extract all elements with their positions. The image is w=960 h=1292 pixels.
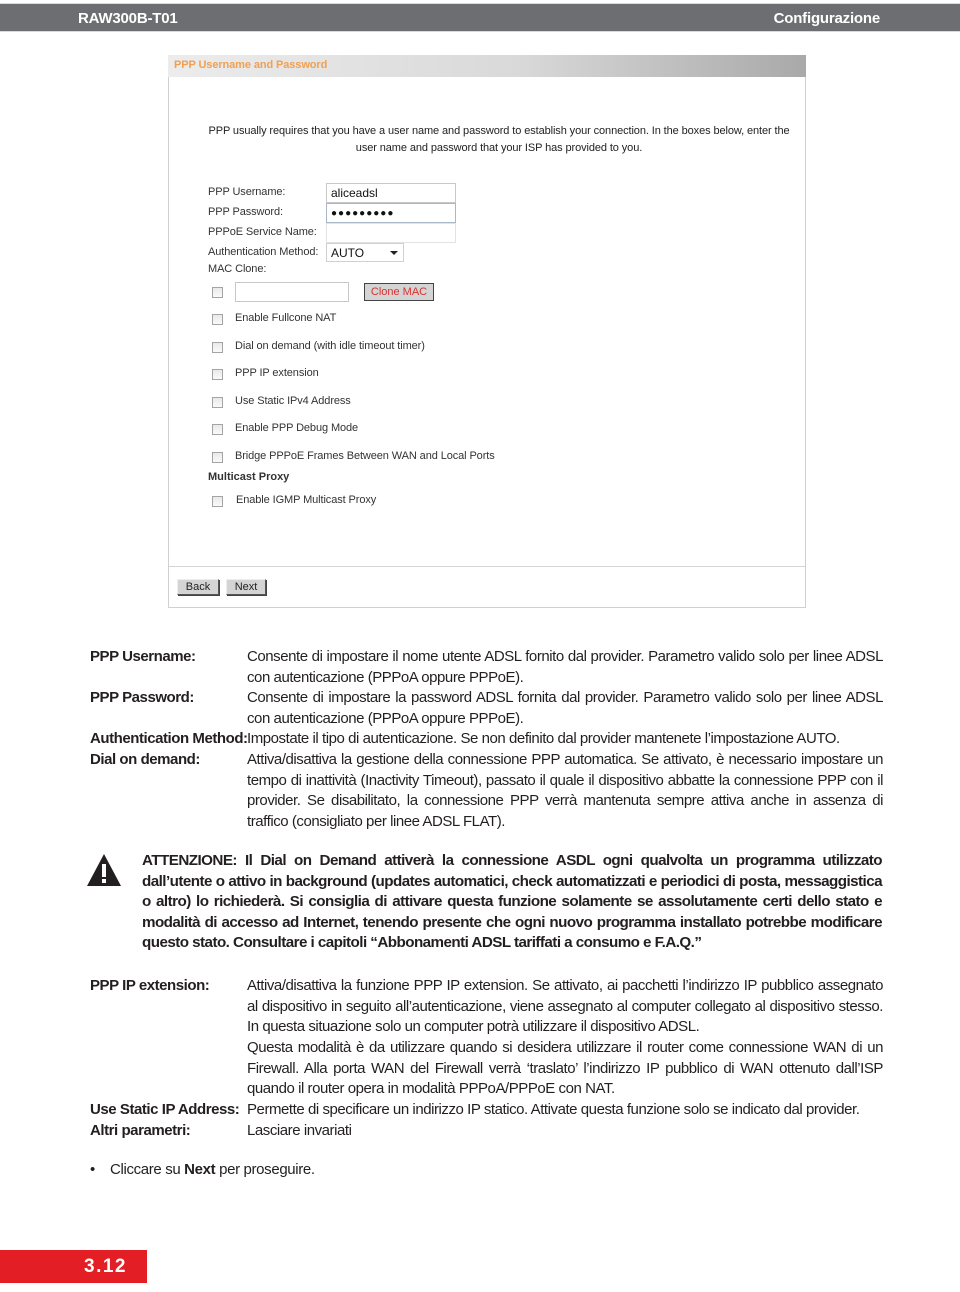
next-button[interactable]: Next xyxy=(226,579,266,595)
ppp-ip-extension-label: PPP IP extension xyxy=(235,367,319,379)
password-input[interactable]: ●●●●●●●●● xyxy=(326,203,456,223)
ppp-debug-label: Enable PPP Debug Mode xyxy=(235,422,359,434)
auth-method-select[interactable]: AUTO xyxy=(326,243,404,262)
desc-term: Dial on demand: xyxy=(90,751,200,768)
desc-definition: Consente di impostare il nome utente ADS… xyxy=(247,648,883,686)
panel-header: PPP Username and Password xyxy=(168,55,806,77)
static-ipv4-label: Use Static IPv4 Address xyxy=(235,395,351,407)
fullcone-nat-checkbox[interactable] xyxy=(212,314,223,325)
username-input[interactable]: aliceadsl xyxy=(326,183,456,203)
desc-term: PPP IP extension: xyxy=(90,977,210,994)
desc-term: PPP Username: xyxy=(90,648,196,665)
warning-triangle-icon xyxy=(87,854,121,886)
dial-on-demand-checkbox[interactable] xyxy=(212,342,223,353)
ppp-debug-checkbox[interactable] xyxy=(212,424,223,435)
desc-definition: Lasciare invariati xyxy=(247,1122,352,1139)
auth-method-label: Authentication Method: xyxy=(208,246,319,258)
product-model: RAW300B-T01 xyxy=(78,10,178,27)
back-button[interactable]: Back xyxy=(177,579,219,595)
desc-term: PPP Password: xyxy=(90,689,194,706)
username-label: PPP Username: xyxy=(208,186,286,198)
mac-clone-label: MAC Clone: xyxy=(208,263,267,275)
bullet-icon: • xyxy=(90,1161,95,1178)
password-label: PPP Password: xyxy=(208,206,283,218)
router-config-panel: PPP Username and Password PPP usually re… xyxy=(168,55,806,608)
warning-text: ATTENZIONE: Il Dial on Demand attiverà l… xyxy=(142,852,883,952)
igmp-proxy-label: Enable IGMP Multicast Proxy xyxy=(236,494,377,506)
clone-mac-button[interactable]: Clone MAC xyxy=(364,283,434,301)
static-ipv4-checkbox[interactable] xyxy=(212,397,223,408)
desc-definition: Attiva/disattiva la funzione PPP IP exte… xyxy=(247,977,883,1036)
desc-definition: Permette di specificare un indirizzo IP … xyxy=(247,1101,860,1118)
mac-clone-checkbox[interactable] xyxy=(212,287,223,298)
ppp-ip-extension-checkbox[interactable] xyxy=(212,369,223,380)
bridge-pppoe-checkbox[interactable] xyxy=(212,452,223,463)
desc-definition: Impostate il tipo di autenticazione. Se … xyxy=(247,730,840,747)
dial-on-demand-label: Dial on demand (with idle timeout timer) xyxy=(235,340,425,352)
multicast-proxy-heading: Multicast Proxy xyxy=(208,471,290,483)
service-name-input[interactable] xyxy=(326,223,456,243)
mac-address-input[interactable] xyxy=(235,282,349,302)
auth-method-value: AUTO xyxy=(331,246,365,260)
desc-definition-continued: Questa modalità è da utilizzare quando s… xyxy=(247,1039,883,1098)
page-number-tab: 3.12 xyxy=(0,1250,147,1283)
panel-title: PPP Username and Password xyxy=(174,59,328,71)
igmp-proxy-checkbox[interactable] xyxy=(212,496,223,507)
instruction-bold: Next xyxy=(184,1161,216,1178)
desc-term: Use Static IP Address: xyxy=(90,1101,240,1118)
desc-definition: Attiva/disattiva la gestione della conne… xyxy=(247,751,883,830)
service-name-label: PPPoE Service Name: xyxy=(208,226,317,238)
chevron-down-icon xyxy=(390,251,398,255)
desc-term: Altri parametri: xyxy=(90,1122,191,1139)
fullcone-nat-label: Enable Fullcone NAT xyxy=(235,312,337,324)
intro-text: PPP usually requires that you have a use… xyxy=(208,125,790,154)
desc-term: Authentication Method: xyxy=(90,730,248,747)
next-instruction: • Cliccare su Next per proseguire. xyxy=(90,1161,315,1178)
page-number: 3.12 xyxy=(84,1256,127,1277)
desc-definition: Consente di impostare la password ADSL f… xyxy=(247,689,883,727)
instruction-suffix: per proseguire. xyxy=(215,1161,315,1178)
bridge-pppoe-label: Bridge PPPoE Frames Between WAN and Loca… xyxy=(235,450,495,462)
instruction-prefix: Cliccare su xyxy=(110,1161,185,1178)
document-header-bar: RAW300B-T01 Configurazione xyxy=(0,3,960,32)
section-title: Configurazione xyxy=(773,10,881,27)
panel-divider xyxy=(169,566,805,567)
